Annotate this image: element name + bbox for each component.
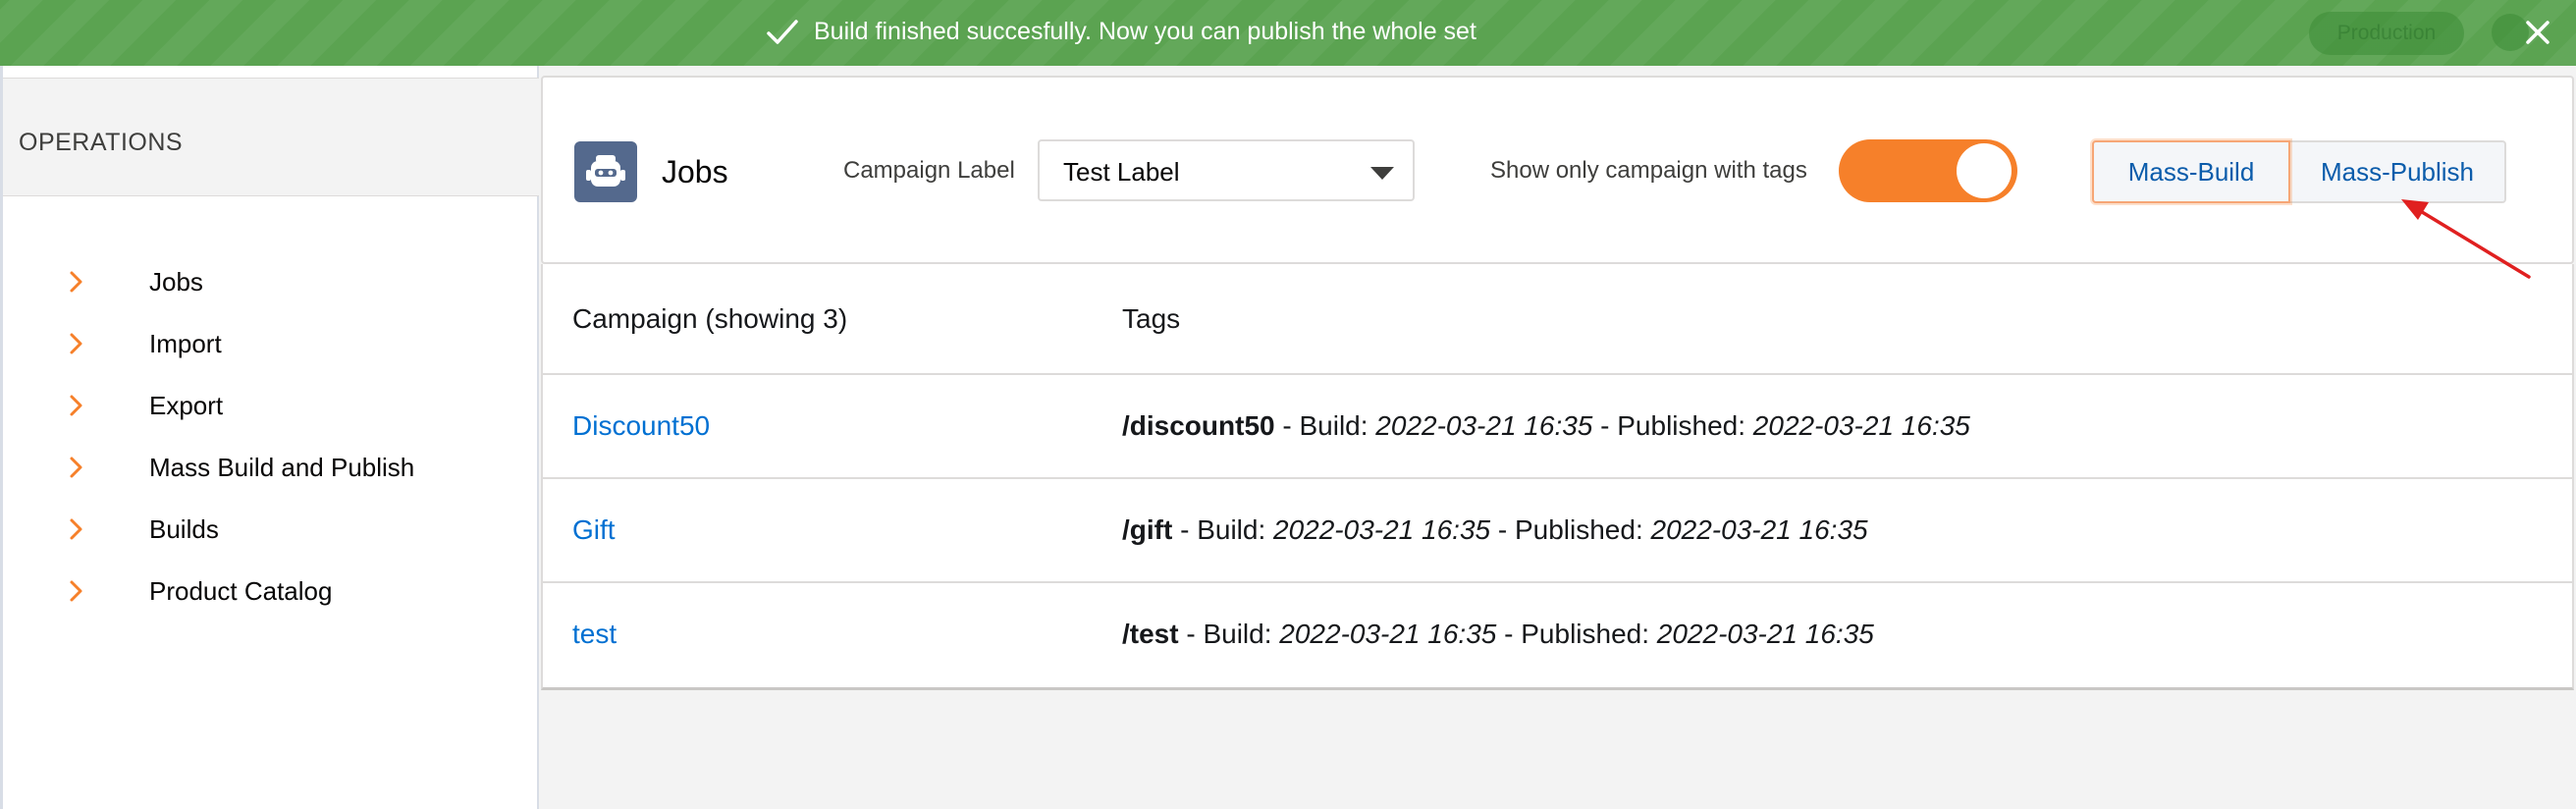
table-row: Discount50 /discount50 - Build: 2022-03-… — [543, 375, 2572, 479]
sidebar-item-label: Import — [149, 329, 222, 358]
tag-name: /test — [1122, 619, 1179, 649]
sidebar-title: OPERATIONS — [19, 129, 184, 156]
close-icon[interactable] — [2521, 16, 2554, 49]
published-time: 2022-03-21 16:35 — [1650, 514, 1868, 545]
campaign-link[interactable]: Gift — [572, 513, 616, 547]
column-header-tags: Tags — [1122, 303, 1181, 334]
published-label: - Published: — [1496, 619, 1657, 649]
tags-cell: /test - Build: 2022-03-21 16:35 - Publis… — [1122, 618, 1874, 651]
build-label: - Build: — [1172, 514, 1274, 545]
sidebar-header: OPERATIONS — [3, 78, 539, 196]
table-row: test /test - Build: 2022-03-21 16:35 - P… — [543, 583, 2572, 687]
chevron-right-icon — [70, 518, 82, 540]
page-header-card: Jobs Campaign Label Test Label Show only… — [541, 76, 2574, 264]
sidebar-item-import[interactable]: Import — [3, 312, 539, 374]
tag-name: /discount50 — [1122, 410, 1275, 441]
sidebar-item-label: Mass Build and Publish — [149, 453, 415, 482]
sidebar-item-jobs[interactable]: Jobs — [3, 250, 539, 312]
success-toast: Build finished succesfully. Now you can … — [0, 0, 2576, 66]
sidebar-item-export[interactable]: Export — [3, 374, 539, 436]
tag-name: /gift — [1122, 514, 1173, 545]
sidebar-item-builds[interactable]: Builds — [3, 498, 539, 560]
campaign-label-value: Test Label — [1063, 157, 1180, 187]
environment-badge: Production — [2309, 12, 2464, 55]
check-icon — [767, 20, 798, 44]
toggle-knob — [1957, 143, 2012, 198]
sidebar-item-label: Jobs — [149, 267, 203, 297]
sidebar-item-product-catalog[interactable]: Product Catalog — [3, 560, 539, 621]
campaign-link[interactable]: Discount50 — [572, 409, 710, 443]
table-header: Campaign (showing 3) Tags — [543, 264, 2572, 375]
caret-down-icon — [1370, 167, 1394, 180]
page-title: Jobs — [662, 154, 728, 189]
sidebar-item-label: Export — [149, 391, 224, 420]
table-row: Gift /gift - Build: 2022-03-21 16:35 - P… — [543, 479, 2572, 583]
campaign-label-caption: Campaign Label — [843, 157, 1015, 184]
toast-message: Build finished succesfully. Now you can … — [814, 18, 1476, 45]
build-time: 2022-03-21 16:35 — [1279, 619, 1497, 649]
mass-build-button[interactable]: Mass-Build — [2092, 140, 2290, 203]
annotation-arrow-icon — [2401, 199, 2531, 279]
sidebar: OPERATIONS Jobs Import Export Mass Build… — [0, 66, 539, 809]
campaign-table: Campaign (showing 3) Tags Discount50 /di… — [541, 264, 2574, 690]
sidebar-item-label: Product Catalog — [149, 576, 333, 606]
column-header-campaign: Campaign (showing 3) — [572, 303, 848, 334]
main-content: Jobs Campaign Label Test Label Show only… — [539, 66, 2576, 809]
published-time: 2022-03-21 16:35 — [1752, 410, 1970, 441]
chevron-right-icon — [70, 395, 82, 416]
campaign-link[interactable]: test — [572, 618, 617, 651]
build-label: - Build: — [1274, 410, 1376, 441]
build-time: 2022-03-21 16:35 — [1273, 514, 1491, 545]
tags-cell: /gift - Build: 2022-03-21 16:35 - Publis… — [1122, 513, 1868, 547]
campaign-label-select[interactable]: Test Label — [1038, 139, 1415, 201]
chevron-right-icon — [70, 457, 82, 478]
published-time: 2022-03-21 16:35 — [1656, 619, 1874, 649]
published-label: - Published: — [1592, 410, 1753, 441]
tags-cell: /discount50 - Build: 2022-03-21 16:35 - … — [1122, 409, 1970, 443]
sidebar-item-mass-build-and-publish[interactable]: Mass Build and Publish — [3, 436, 539, 498]
chevron-right-icon — [70, 580, 82, 602]
build-label: - Build: — [1178, 619, 1280, 649]
chevron-right-icon — [70, 271, 82, 293]
tag-filter-toggle[interactable] — [1839, 139, 2017, 202]
chevron-right-icon — [70, 333, 82, 354]
sidebar-item-label: Builds — [149, 514, 219, 544]
published-label: - Published: — [1490, 514, 1651, 545]
tag-filter-label: Show only campaign with tags — [1490, 157, 1807, 184]
build-time: 2022-03-21 16:35 — [1375, 410, 1593, 441]
robot-icon — [574, 141, 637, 202]
